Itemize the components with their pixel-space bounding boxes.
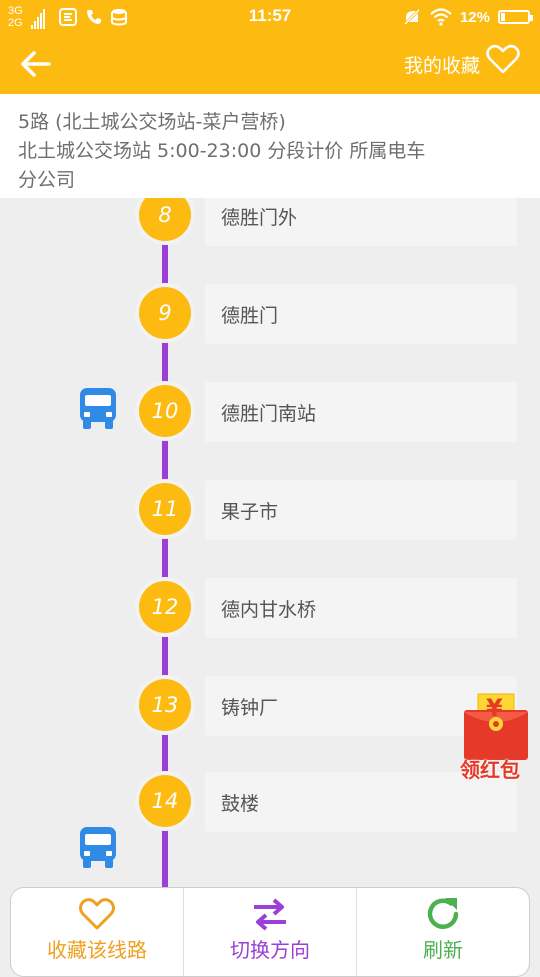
heart-outline-icon (486, 44, 520, 74)
red-packet-label: 领红包 (460, 758, 520, 782)
arrow-left-icon (21, 51, 51, 77)
my-favorites-button[interactable]: 我的收藏 (404, 42, 520, 86)
stop-number-badge: 8 (139, 198, 191, 241)
refresh-button[interactable]: 刷新 (356, 888, 529, 976)
stop-card[interactable]: 德内甘水桥 (205, 578, 517, 638)
yuan-symbol: ¥ (486, 694, 503, 722)
battery-icon (498, 10, 533, 24)
status-bar: 3G 2G 11:57 12% (0, 0, 540, 34)
stop-number-badge: 10 (139, 385, 191, 437)
swap-arrows-icon (254, 898, 286, 931)
stop-number-badge: 13 (139, 679, 191, 731)
stop-card[interactable]: 德胜门外 (205, 198, 517, 246)
heart-outline-icon (79, 898, 115, 930)
stop-name: 鼓楼 (221, 793, 260, 815)
stop-card[interactable]: 德胜门南站 (205, 382, 517, 442)
stop-name: 德内甘水桥 (221, 599, 317, 621)
refresh-icon (427, 898, 459, 929)
favorite-line-button[interactable]: 收藏该线路 (11, 888, 183, 976)
list-item[interactable]: 德内甘水桥 12 (0, 578, 540, 638)
route-stop-list[interactable]: 德胜门外 8 德胜门 9 德胜门南站 10 果子市 11 德内甘水桥 12 铸钟… (0, 198, 540, 888)
stop-name: 德胜门南站 (221, 403, 317, 425)
stop-name: 果子市 (221, 501, 279, 523)
red-packet-button[interactable]: ¥ 领红包 (458, 692, 538, 784)
list-item[interactable]: 德胜门 9 (0, 284, 540, 344)
stop-card[interactable]: 果子市 (205, 480, 517, 540)
stop-number-badge: 11 (139, 483, 191, 535)
stop-number-badge: 12 (139, 581, 191, 633)
switch-direction-label: 切换方向 (230, 938, 310, 962)
stop-card[interactable]: 德胜门 (205, 284, 517, 344)
route-details-cont: 分公司 (18, 169, 76, 191)
mute-icon (402, 7, 422, 27)
stop-name: 德胜门 (221, 305, 279, 327)
battery-percent: 12% (459, 8, 490, 26)
route-details: 北土城公交场站 5:00-23:00 分段计价 所属电车 (18, 140, 426, 162)
my-favorites-label: 我的收藏 (403, 54, 480, 77)
top-toolbar: 我的收藏 (0, 34, 540, 94)
status-right: 12% (402, 4, 533, 30)
bus-icon[interactable] (78, 825, 118, 869)
back-button[interactable] (18, 46, 58, 82)
refresh-label: 刷新 (423, 938, 463, 962)
stop-number-badge: 9 (139, 287, 191, 339)
list-item[interactable]: 德胜门外 8 (0, 198, 540, 246)
stop-name: 铸钟厂 (221, 697, 279, 719)
route-info-panel: 5路 (北土城公交场站-菜户营桥) 北土城公交场站 5:00-23:00 分段计… (0, 94, 540, 198)
stop-number-badge: 14 (139, 775, 191, 827)
wifi-icon (430, 8, 452, 26)
bottom-action-bar: 收藏该线路 切换方向 刷新 (10, 887, 530, 977)
bus-icon[interactable] (78, 386, 118, 430)
favorite-line-label: 收藏该线路 (47, 938, 147, 962)
switch-direction-button[interactable]: 切换方向 (183, 888, 356, 976)
list-item[interactable]: 果子市 11 (0, 480, 540, 540)
route-title: 5路 (北土城公交场站-菜户营桥) (18, 111, 286, 133)
stop-name: 德胜门外 (221, 207, 298, 229)
